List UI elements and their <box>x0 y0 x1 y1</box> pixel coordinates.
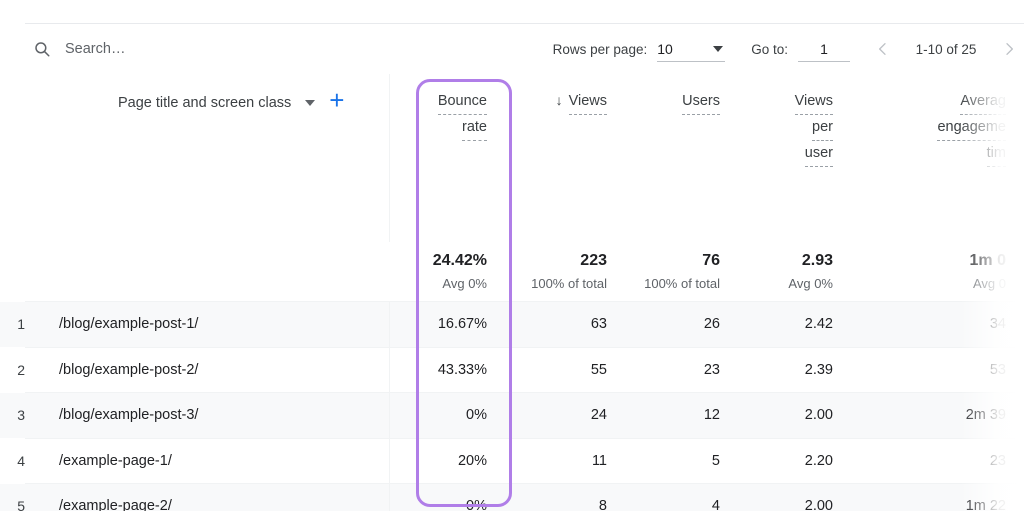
rows-per-page-select[interactable]: 10 <box>657 36 725 62</box>
table-controls-bar: Rows per page: 10 Go to: 1 1-10 of 25 <box>25 23 1024 74</box>
header-views-per-user-line-3: user <box>805 141 833 167</box>
row-index: 3 <box>0 393 25 438</box>
row-index: 1 <box>0 302 25 347</box>
row-views: 8 <box>505 484 625 511</box>
row-views: 24 <box>505 393 625 438</box>
goto-value: 1 <box>820 41 828 57</box>
row-bounce-rate: 43.33% <box>390 348 505 393</box>
row-bounce-rate: 0% <box>390 484 505 511</box>
chevron-down-icon[interactable] <box>305 100 315 106</box>
summary-bounce-rate: 24.42% Avg 0% <box>390 242 505 294</box>
header-bounce-rate-line-1: Bounce <box>438 89 487 115</box>
table-row[interactable]: 3/blog/example-post-3/0%24122.002m 39 <box>0 393 1024 438</box>
row-views-per-user: 2.20 <box>738 439 851 484</box>
header-bounce-rate[interactable]: Bounce rate <box>390 74 505 242</box>
row-avg-engagement-time: 23 <box>851 439 1024 484</box>
table-summary-row: 24.42% Avg 0% 223 100% of total 76 100% … <box>0 242 1024 301</box>
rows-per-page-value: 10 <box>657 41 673 57</box>
row-views-per-user: 2.42 <box>738 302 851 347</box>
row-views-per-user: 2.00 <box>738 393 851 438</box>
row-page-path: /example-page-1/ <box>25 439 390 484</box>
summary-views: 223 100% of total <box>505 242 625 294</box>
header-avg-engagement-time-line-3: tim <box>987 141 1006 167</box>
header-views-line: ↓ Views <box>556 89 607 115</box>
row-page-path: /blog/example-post-2/ <box>25 348 390 393</box>
summary-views-per-user-value: 2.93 <box>802 251 833 271</box>
goto-input[interactable]: 1 <box>798 36 850 62</box>
row-bounce-rate: 0% <box>390 393 505 438</box>
next-page-button[interactable] <box>994 34 1024 64</box>
table-body: 1/blog/example-post-1/16.67%63262.42342/… <box>0 302 1024 511</box>
header-avg-engagement-time-line-2: engageme <box>937 115 1006 141</box>
summary-bounce-rate-sub: Avg 0% <box>442 274 487 294</box>
page-range-label: 1-10 of 25 <box>898 42 994 57</box>
arrow-down-icon: ↓ <box>556 92 563 108</box>
summary-users-value: 76 <box>702 251 720 271</box>
rows-per-page-label: Rows per page: <box>553 42 648 57</box>
search-input[interactable] <box>65 41 365 57</box>
table-header-row: Page title and screen class + Bounce rat… <box>0 74 1024 242</box>
header-users-label: Users <box>682 89 720 115</box>
header-avg-engagement-time-line-1: Averag <box>960 89 1006 115</box>
row-users: 12 <box>625 393 738 438</box>
search-icon <box>33 40 51 58</box>
table-row[interactable]: 5/example-page-2/0%842.001m 22 <box>0 484 1024 511</box>
row-page-path: /example-page-2/ <box>25 484 390 511</box>
header-views-per-user-line-1: Views <box>795 89 833 115</box>
row-index: 5 <box>0 484 25 511</box>
summary-avg-engagement-time-value: 1m 0 <box>970 251 1006 271</box>
summary-avg-engagement-time-sub: Avg 0 <box>973 274 1006 294</box>
row-bounce-rate: 16.67% <box>390 302 505 347</box>
row-bounce-rate: 20% <box>390 439 505 484</box>
summary-users-sub: 100% of total <box>644 274 720 294</box>
header-avg-engagement-time[interactable]: Averag engageme tim <box>851 74 1024 242</box>
summary-views-per-user: 2.93 Avg 0% <box>738 242 851 294</box>
row-views-per-user: 2.00 <box>738 484 851 511</box>
row-views-per-user: 2.39 <box>738 348 851 393</box>
previous-page-button[interactable] <box>868 34 898 64</box>
goto-label: Go to: <box>751 42 788 57</box>
table-row[interactable]: 2/blog/example-post-2/43.33%55232.3953 <box>0 348 1024 393</box>
table-row[interactable]: 4/example-page-1/20%1152.2023 <box>0 439 1024 484</box>
summary-users: 76 100% of total <box>625 242 738 294</box>
row-index: 2 <box>0 348 25 393</box>
data-table: Page title and screen class + Bounce rat… <box>0 74 1024 511</box>
summary-views-per-user-sub: Avg 0% <box>788 274 833 294</box>
chevron-down-icon <box>713 46 723 52</box>
row-views: 55 <box>505 348 625 393</box>
row-users: 26 <box>625 302 738 347</box>
row-avg-engagement-time: 34 <box>851 302 1024 347</box>
pagination-controls: Rows per page: 10 Go to: 1 1-10 of 25 <box>553 34 1024 64</box>
summary-views-sub: 100% of total <box>531 274 607 294</box>
summary-views-value: 223 <box>580 251 607 271</box>
chevron-right-icon <box>1001 41 1017 57</box>
row-page-path: /blog/example-post-1/ <box>25 302 390 347</box>
dimension-header-label: Page title and screen class <box>118 91 291 116</box>
report-table-panel: Rows per page: 10 Go to: 1 1-10 of 25 <box>0 0 1024 511</box>
chevron-left-icon <box>875 41 891 57</box>
summary-avg-engagement-time: 1m 0 Avg 0 <box>851 242 1024 294</box>
row-users: 5 <box>625 439 738 484</box>
row-views: 11 <box>505 439 625 484</box>
dimension-header[interactable]: Page title and screen class + <box>25 74 390 242</box>
header-views-per-user-line-2: per <box>812 115 833 141</box>
header-bounce-rate-line-2: rate <box>462 115 487 141</box>
row-avg-engagement-time: 1m 22 <box>851 484 1024 511</box>
row-index: 4 <box>0 439 25 484</box>
row-views: 63 <box>505 302 625 347</box>
row-users: 4 <box>625 484 738 511</box>
header-index-spacer <box>0 74 25 242</box>
summary-bounce-rate-value: 24.42% <box>433 251 487 271</box>
header-views-label: Views <box>569 89 607 115</box>
row-avg-engagement-time: 2m 39 <box>851 393 1024 438</box>
table-row[interactable]: 1/blog/example-post-1/16.67%63262.4234 <box>0 302 1024 347</box>
row-page-path: /blog/example-post-3/ <box>25 393 390 438</box>
row-avg-engagement-time: 53 <box>851 348 1024 393</box>
plus-icon[interactable]: + <box>329 90 344 110</box>
header-views[interactable]: ↓ Views <box>505 74 625 242</box>
header-users[interactable]: Users <box>625 74 738 242</box>
header-views-per-user[interactable]: Views per user <box>738 74 851 242</box>
search-box[interactable] <box>25 40 553 58</box>
row-users: 23 <box>625 348 738 393</box>
